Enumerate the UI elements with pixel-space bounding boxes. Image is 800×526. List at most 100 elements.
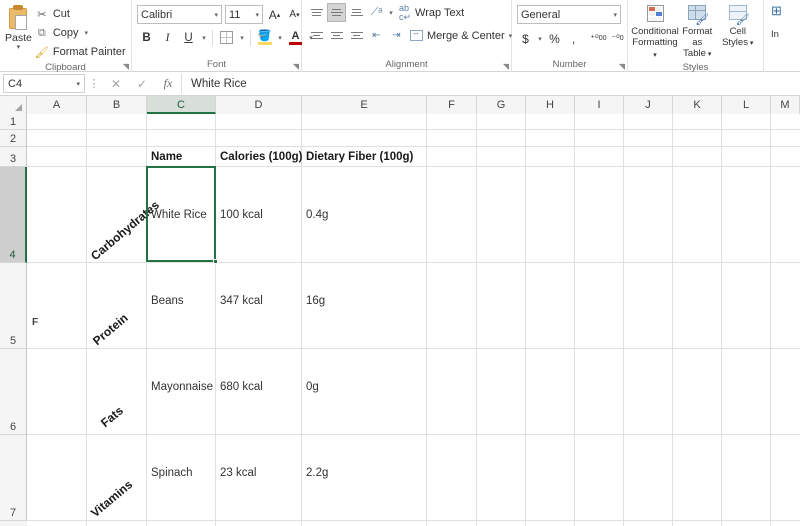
increase-decimal-button[interactable]: ⁺⁰ 00 <box>590 29 607 48</box>
cell-D4-calories[interactable]: 100 kcal <box>217 206 301 224</box>
font-size-combo[interactable]: 11 ▾ <box>225 5 263 24</box>
row-header-5[interactable]: 5 <box>0 263 27 349</box>
orientation-chevron-down-icon[interactable]: ▾ <box>387 9 395 17</box>
borders-button[interactable] <box>217 28 236 47</box>
number-format-value: General <box>521 8 561 21</box>
conditional-formatting-button[interactable]: Conditional Formatting ▾ <box>631 3 679 61</box>
percent-style-button[interactable]: % <box>546 29 563 48</box>
insert-label: In <box>771 29 779 40</box>
insert-cells-icon[interactable]: ⊞ <box>771 3 782 19</box>
orientation-button[interactable]: ⟋ᵃ <box>367 3 386 22</box>
cell-E3-fiber-header[interactable]: Dietary Fiber (100g) <box>303 147 463 166</box>
paste-chevron-down-icon[interactable]: ▾ <box>17 44 21 51</box>
cell-C4-name[interactable]: White Rice <box>148 206 214 224</box>
cell-A5[interactable]: F <box>29 314 84 330</box>
font-dialog-launcher-icon[interactable]: ◥ <box>293 62 299 71</box>
fill-color-button[interactable]: 🪣 <box>255 28 274 47</box>
cell-C5-name[interactable]: Beans <box>148 292 214 310</box>
column-header-G[interactable]: G <box>477 96 526 114</box>
paste-button[interactable]: Paste ▾ <box>5 3 32 51</box>
copy-button[interactable]: ⧉ Copy ▾ <box>32 24 129 42</box>
column-header-C[interactable]: C <box>147 96 216 114</box>
cell-D6-calories[interactable]: 680 kcal <box>217 378 301 396</box>
row-header-2[interactable]: 2 <box>0 130 27 147</box>
clipboard-dialog-launcher-icon[interactable]: ◥ <box>123 62 129 71</box>
align-top-button[interactable] <box>307 3 326 22</box>
formula-bar-more-icon[interactable]: ⋮ <box>85 77 103 90</box>
cell-E7-fiber[interactable]: 2.2g <box>303 464 425 482</box>
conditional-formatting-chevron-down-icon[interactable]: ▾ <box>653 52 657 59</box>
grow-font-button[interactable]: A ▴ <box>266 6 283 24</box>
category-label-fats[interactable]: Fats <box>98 403 126 430</box>
name-box[interactable]: C4 ▾ <box>3 74 85 93</box>
category-label-protein[interactable]: Protein <box>90 311 131 348</box>
cell-E5-fiber[interactable]: 16g <box>303 292 425 310</box>
format-as-table-button[interactable]: 🖌 Format as Table ▾ <box>677 3 718 60</box>
font-name-combo[interactable]: Calibri ▾ <box>137 5 222 24</box>
grid-cells-area[interactable]: F Name Calories (100g) Dietary Fiber (10… <box>27 114 800 526</box>
row-header-1[interactable]: 1 <box>0 114 27 130</box>
cell-D7-calories[interactable]: 23 kcal <box>217 464 301 482</box>
column-header-J[interactable]: J <box>624 96 673 114</box>
increase-indent-button[interactable]: ⇥ <box>387 26 406 45</box>
column-header-H[interactable]: H <box>526 96 575 114</box>
cell-C3-name-header[interactable]: Name <box>148 147 214 166</box>
column-header-L[interactable]: L <box>722 96 771 114</box>
row-header-6[interactable]: 6 <box>0 349 27 435</box>
column-header-M[interactable]: M <box>771 96 800 114</box>
alignment-dialog-launcher-icon[interactable]: ◥ <box>503 62 509 71</box>
decrease-indent-button[interactable]: ⇤ <box>367 26 386 45</box>
cell-styles-chevron-down-icon[interactable]: ▾ <box>748 40 754 47</box>
underline-chevron-down-icon[interactable]: ▾ <box>200 34 208 42</box>
cell-E4-fiber[interactable]: 0.4g <box>303 206 425 224</box>
cancel-entry-button[interactable]: ✕ <box>103 77 129 91</box>
name-box-value: C4 <box>8 77 23 90</box>
format-painter-button[interactable]: 🖌 Format Painter <box>32 43 129 61</box>
row-header-4[interactable]: 4 <box>0 167 27 263</box>
wrap-text-icon: ab c↵ <box>399 2 412 22</box>
select-all-button[interactable] <box>0 96 27 114</box>
cell-E6-fiber[interactable]: 0g <box>303 378 425 396</box>
cell-D5-calories[interactable]: 347 kcal <box>217 292 301 310</box>
row-header-7[interactable]: 7 <box>0 435 27 521</box>
column-header-K[interactable]: K <box>673 96 722 114</box>
align-middle-button[interactable] <box>327 3 346 22</box>
cell-C6-name[interactable]: Mayonnaise <box>148 378 214 396</box>
format-as-table-chevron-down-icon[interactable]: ▾ <box>706 51 712 58</box>
column-header-F[interactable]: F <box>427 96 477 114</box>
column-header-E[interactable]: E <box>302 96 427 114</box>
number-format-combo[interactable]: General ▾ <box>517 5 621 24</box>
number-dialog-launcher-icon[interactable]: ◥ <box>619 62 625 71</box>
row-header-3[interactable]: 3 <box>0 147 27 167</box>
confirm-entry-button[interactable]: ✓ <box>129 77 155 91</box>
accounting-chevron-down-icon[interactable]: ▾ <box>536 35 544 43</box>
copy-chevron-down-icon[interactable]: ▾ <box>85 29 89 37</box>
column-header-A[interactable]: A <box>27 96 87 114</box>
borders-chevron-down-icon[interactable]: ▾ <box>238 34 246 42</box>
formula-input[interactable]: White Rice <box>181 74 800 93</box>
italic-button[interactable]: I <box>158 28 177 47</box>
align-right-button[interactable] <box>347 26 366 45</box>
column-header-I[interactable]: I <box>575 96 624 114</box>
format-as-table-icon: 🖌 <box>685 4 709 26</box>
align-center-button[interactable] <box>327 26 346 45</box>
column-header-D[interactable]: D <box>216 96 302 114</box>
align-bottom-button[interactable] <box>347 3 366 22</box>
category-label-vitamins[interactable]: Vitamins <box>88 477 135 520</box>
decrease-decimal-button[interactable]: ⁻⁰ 0 <box>609 29 626 48</box>
bold-button[interactable]: B <box>137 28 156 47</box>
accounting-format-button[interactable]: $ <box>517 29 534 48</box>
cell-C7-name[interactable]: Spinach <box>148 464 214 482</box>
insert-function-button[interactable]: fx <box>155 76 181 91</box>
cut-button[interactable]: ✂ Cut <box>32 5 129 23</box>
cell-styles-button[interactable]: 🖌 Cell Styles ▾ <box>718 3 759 49</box>
align-left-button[interactable] <box>307 26 326 45</box>
shrink-font-button[interactable]: A ▾ <box>286 6 303 24</box>
fill-color-chevron-down-icon[interactable]: ▾ <box>276 34 284 42</box>
column-header-B[interactable]: B <box>87 96 147 114</box>
wrap-text-button[interactable]: ab c↵ Wrap Text <box>396 3 467 22</box>
merge-center-button[interactable]: Merge & Center ▾ <box>407 26 515 45</box>
clipboard-group-label: Clipboard <box>45 62 86 73</box>
underline-button[interactable]: U <box>179 28 198 47</box>
comma-style-button[interactable]: , <box>565 29 582 48</box>
